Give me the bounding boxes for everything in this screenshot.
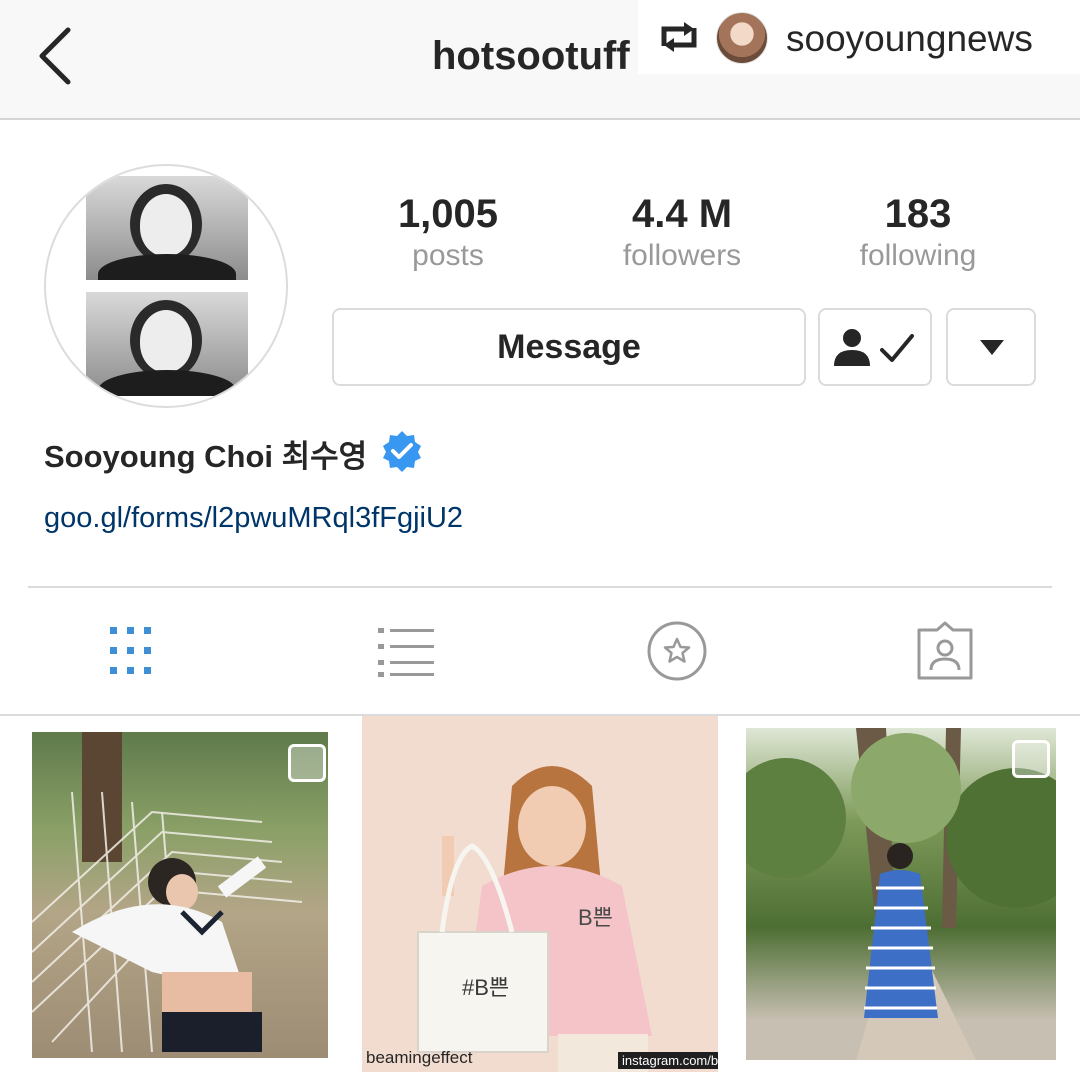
grid-icon: [110, 627, 151, 674]
posts-count: 1,005: [397, 192, 499, 236]
repost-icon: [658, 20, 700, 54]
multiple-photos-icon: [288, 744, 326, 782]
post-image: [746, 728, 1056, 1060]
post-watermark: instagram.com/bea: [618, 1052, 718, 1069]
profile-avatar[interactable]: [44, 164, 288, 408]
stat-posts[interactable]: 1,005 posts: [358, 192, 538, 276]
posts-label: posts: [412, 239, 484, 272]
message-button-label: Message: [497, 328, 641, 366]
stat-followers[interactable]: 4.4 M followers: [592, 192, 772, 276]
repost-username[interactable]: sooyoungnews: [786, 18, 1033, 60]
post-image: [362, 716, 718, 1072]
following-label: following: [859, 239, 977, 272]
post-thumbnail[interactable]: [32, 732, 328, 1058]
following-count: 183: [884, 192, 952, 236]
shirt-text: B쁜: [578, 905, 613, 930]
divider: [28, 586, 1052, 588]
tab-list-view[interactable]: [372, 620, 442, 686]
avatar-photo-strip: [86, 176, 248, 400]
tab-tagged[interactable]: [910, 620, 980, 686]
followers-label: followers: [622, 239, 742, 272]
suggestions-dropdown-button[interactable]: [946, 308, 1036, 386]
post-thumbnail[interactable]: [746, 728, 1056, 1060]
person-check-icon: [834, 329, 914, 366]
profile-full-name: Sooyoung Choi 최수영: [44, 439, 368, 474]
profile-username-title: hotsootuff: [432, 34, 630, 78]
profile-name-row: Sooyoung Choi 최수영: [44, 428, 424, 488]
bio-link[interactable]: goo.gl/forms/l2pwuMRql3fFgjiU2: [44, 502, 463, 535]
repost-banner: sooyoungnews: [638, 0, 1080, 74]
tagged-person-icon: [917, 621, 973, 680]
tab-grid-view[interactable]: [100, 620, 170, 686]
chevron-left-icon[interactable]: [30, 24, 86, 88]
message-button[interactable]: Message: [332, 308, 806, 386]
post-image: [32, 732, 303, 1053]
followers-count: 4.4 M: [631, 192, 733, 236]
tab-saved[interactable]: [642, 620, 712, 686]
post-watermark: beamingeffect: [366, 1048, 473, 1067]
star-circle-icon: [647, 621, 707, 681]
post-thumbnail[interactable]: #B쁜 B쁜 beamingeffect instagram.com/bea: [362, 716, 718, 1072]
verified-badge-icon: [380, 429, 424, 473]
repost-avatar[interactable]: [716, 12, 768, 64]
list-icon: [378, 628, 434, 677]
following-button[interactable]: [818, 308, 932, 386]
multiple-photos-icon: [1012, 740, 1050, 778]
tote-bag-text: #B쁜: [462, 975, 510, 1000]
caret-down-icon: [980, 340, 1004, 355]
stat-following[interactable]: 183 following: [828, 192, 1008, 276]
